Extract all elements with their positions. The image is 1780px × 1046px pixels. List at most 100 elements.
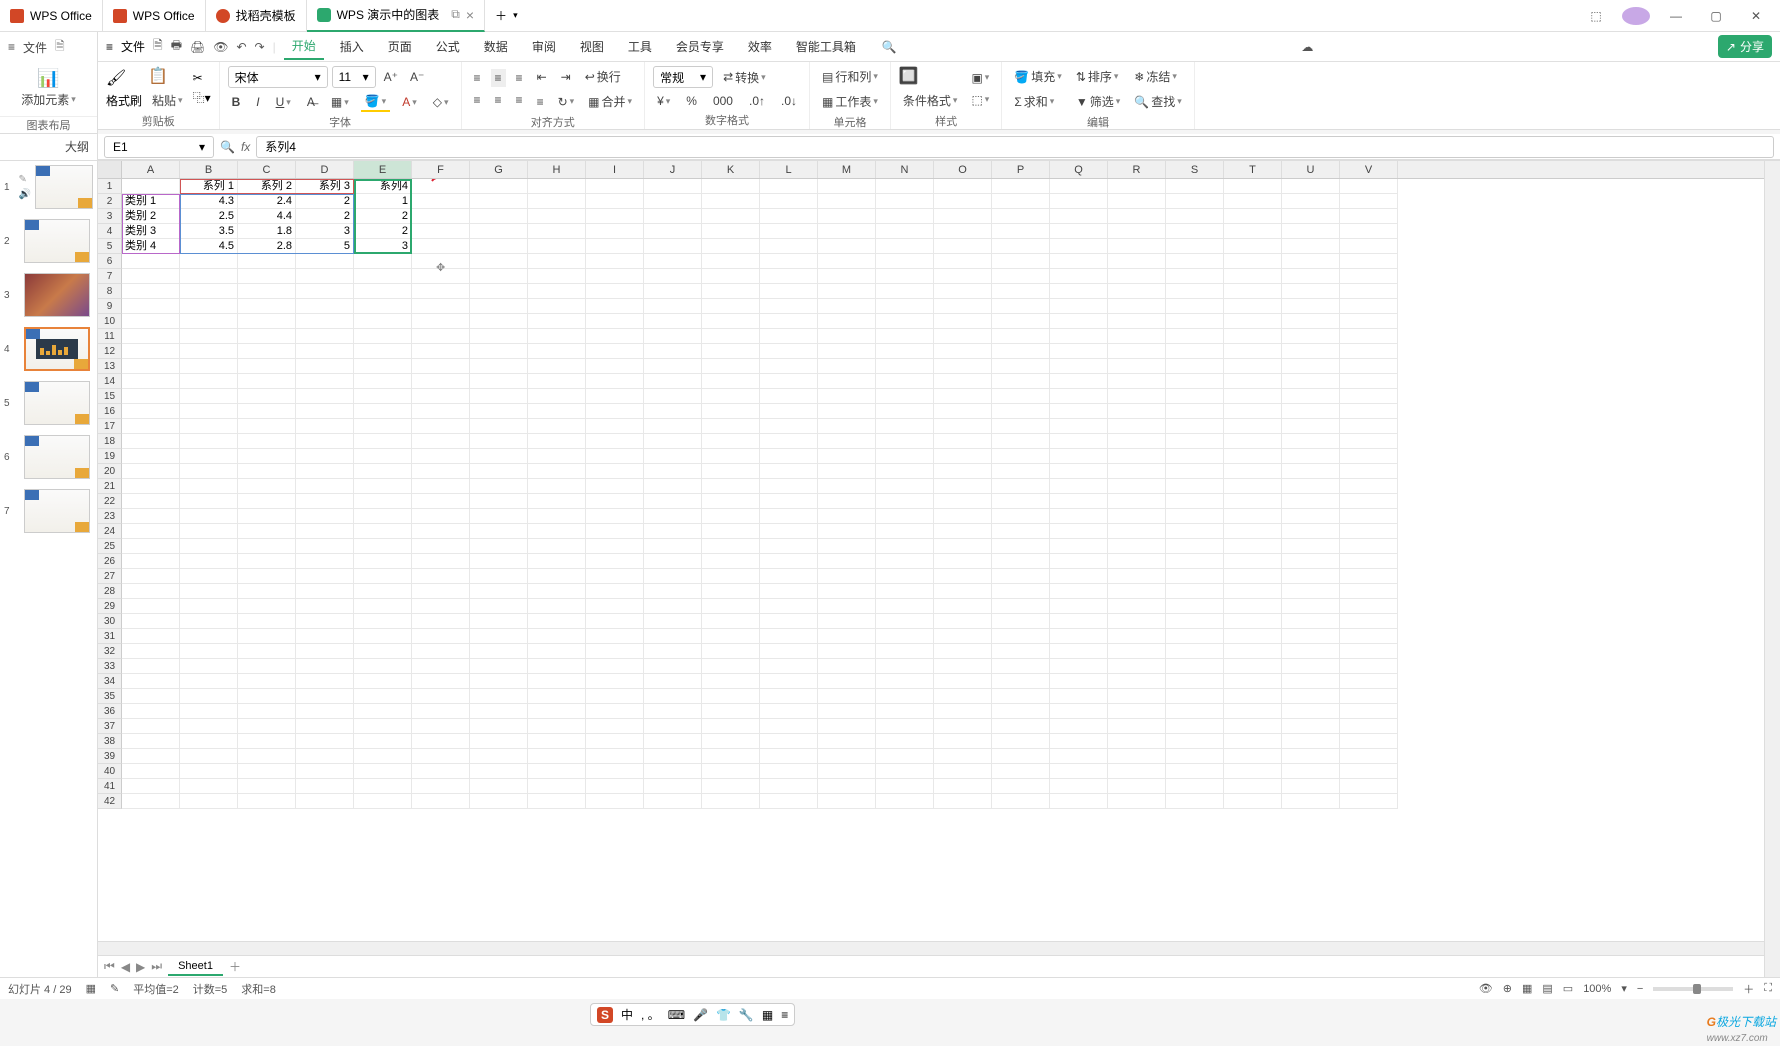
cell[interactable] xyxy=(1224,644,1282,659)
cell[interactable] xyxy=(1050,539,1108,554)
cell[interactable] xyxy=(296,734,354,749)
cell[interactable] xyxy=(528,509,586,524)
cell[interactable] xyxy=(992,179,1050,194)
cell[interactable] xyxy=(354,284,412,299)
cell[interactable] xyxy=(470,419,528,434)
cell[interactable] xyxy=(818,734,876,749)
cell[interactable] xyxy=(1050,194,1108,209)
cell[interactable] xyxy=(296,584,354,599)
cell[interactable] xyxy=(818,284,876,299)
col-header-B[interactable]: B xyxy=(180,161,238,178)
cell[interactable] xyxy=(934,794,992,809)
cell[interactable] xyxy=(180,419,238,434)
cell[interactable] xyxy=(1050,419,1108,434)
cell[interactable] xyxy=(644,779,702,794)
cell[interactable] xyxy=(1282,539,1340,554)
menu-effect[interactable]: 效率 xyxy=(740,34,780,59)
cell[interactable] xyxy=(122,614,180,629)
cell[interactable] xyxy=(586,539,644,554)
cell[interactable] xyxy=(296,689,354,704)
new-tab-button[interactable]: ＋ ▾ xyxy=(485,0,528,32)
col-header-C[interactable]: C xyxy=(238,161,296,178)
col-header-F[interactable]: F xyxy=(412,161,470,178)
ime-shirt-icon[interactable]: 👕 xyxy=(716,1008,731,1022)
cell[interactable] xyxy=(122,584,180,599)
cell[interactable] xyxy=(760,359,818,374)
cell[interactable] xyxy=(818,509,876,524)
cell[interactable]: 系列 3 xyxy=(296,179,354,194)
cell[interactable] xyxy=(1224,704,1282,719)
cell[interactable] xyxy=(1050,704,1108,719)
row-header[interactable]: 37 xyxy=(98,719,122,734)
cell[interactable] xyxy=(1224,464,1282,479)
cell[interactable] xyxy=(702,674,760,689)
cell[interactable] xyxy=(1282,749,1340,764)
cell[interactable] xyxy=(1224,419,1282,434)
menu-view[interactable]: 视图 xyxy=(572,34,612,59)
cell[interactable] xyxy=(702,509,760,524)
cell[interactable] xyxy=(760,689,818,704)
cell[interactable] xyxy=(180,614,238,629)
cell[interactable] xyxy=(586,554,644,569)
cell[interactable] xyxy=(876,374,934,389)
cell[interactable] xyxy=(992,599,1050,614)
cell[interactable] xyxy=(818,494,876,509)
cell[interactable] xyxy=(760,644,818,659)
cell[interactable] xyxy=(586,389,644,404)
cell[interactable] xyxy=(760,749,818,764)
cell[interactable] xyxy=(354,374,412,389)
cell[interactable] xyxy=(644,539,702,554)
cell[interactable] xyxy=(586,494,644,509)
cell[interactable] xyxy=(586,374,644,389)
cell[interactable] xyxy=(470,314,528,329)
cell[interactable] xyxy=(586,524,644,539)
align-bot-icon[interactable]: ≡ xyxy=(512,69,527,87)
row-header[interactable]: 21 xyxy=(98,479,122,494)
cell[interactable] xyxy=(702,269,760,284)
cell[interactable] xyxy=(586,734,644,749)
cell[interactable] xyxy=(1224,734,1282,749)
cell[interactable] xyxy=(238,749,296,764)
cell[interactable] xyxy=(412,614,470,629)
cell[interactable] xyxy=(760,554,818,569)
cell[interactable] xyxy=(702,299,760,314)
cell[interactable] xyxy=(934,314,992,329)
cell[interactable] xyxy=(702,794,760,809)
cell[interactable] xyxy=(992,329,1050,344)
ime-punct[interactable]: , 。 xyxy=(641,1006,660,1023)
cell[interactable] xyxy=(760,209,818,224)
outline-label[interactable]: 大纲 xyxy=(0,134,98,160)
cell[interactable] xyxy=(122,419,180,434)
cell[interactable] xyxy=(180,554,238,569)
cell[interactable] xyxy=(122,344,180,359)
cell[interactable] xyxy=(296,614,354,629)
cell[interactable] xyxy=(296,374,354,389)
cell[interactable] xyxy=(586,434,644,449)
cell[interactable] xyxy=(1166,719,1224,734)
col-header-P[interactable]: P xyxy=(992,161,1050,178)
cell[interactable] xyxy=(354,599,412,614)
cell[interactable] xyxy=(1166,284,1224,299)
cell[interactable] xyxy=(1224,344,1282,359)
cell[interactable] xyxy=(1340,254,1398,269)
cell[interactable] xyxy=(992,254,1050,269)
cell[interactable] xyxy=(934,344,992,359)
cell[interactable] xyxy=(1108,344,1166,359)
cell[interactable] xyxy=(760,464,818,479)
cell[interactable] xyxy=(586,419,644,434)
maximize-button[interactable]: ▢ xyxy=(1702,9,1730,23)
row-header[interactable]: 20 xyxy=(98,464,122,479)
cell[interactable] xyxy=(1282,449,1340,464)
cell[interactable] xyxy=(1340,524,1398,539)
cell[interactable] xyxy=(354,689,412,704)
cond-fmt-button[interactable]: 条件格式▾ xyxy=(899,90,962,111)
cell[interactable] xyxy=(238,734,296,749)
cell[interactable] xyxy=(876,749,934,764)
cell[interactable] xyxy=(1282,599,1340,614)
orient-icon[interactable]: ↻▾ xyxy=(554,91,579,112)
row-header[interactable]: 36 xyxy=(98,704,122,719)
cell[interactable] xyxy=(528,179,586,194)
cell[interactable] xyxy=(1050,494,1108,509)
cell[interactable] xyxy=(586,224,644,239)
cell[interactable] xyxy=(1108,464,1166,479)
